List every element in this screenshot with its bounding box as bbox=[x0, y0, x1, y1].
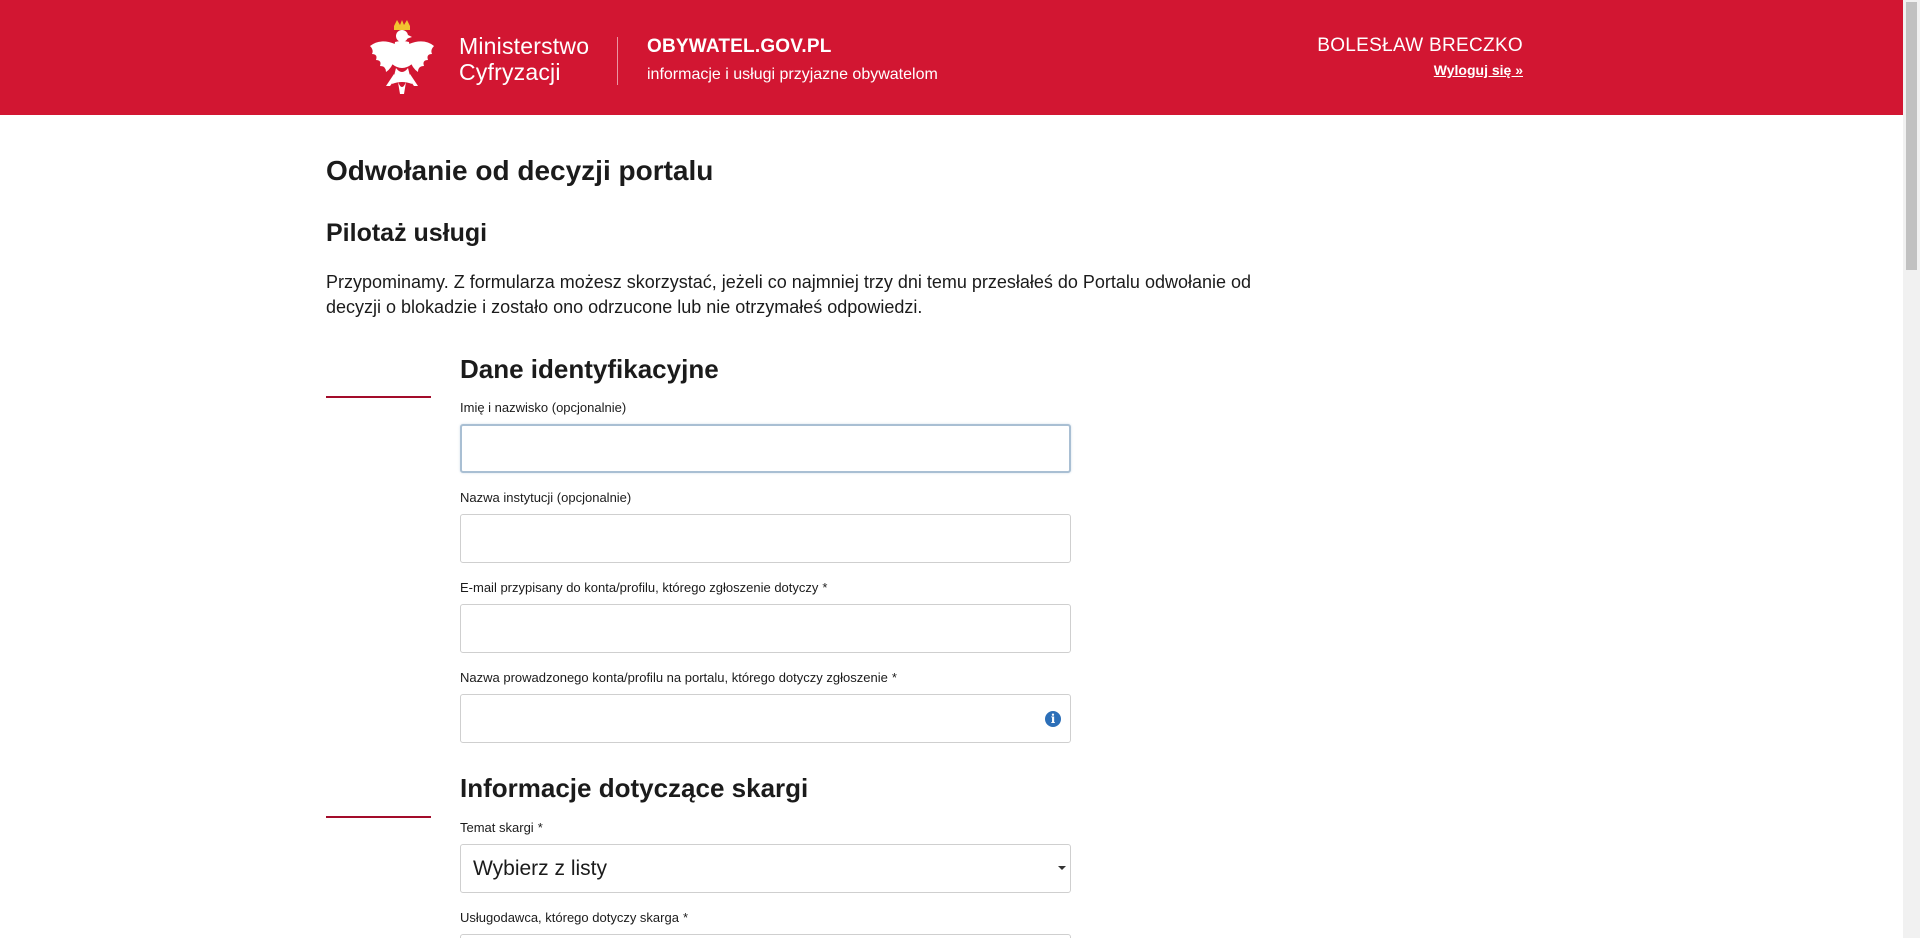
section-accent-line bbox=[326, 396, 431, 398]
provider-label-text: Usługodawca, którego dotyczy skarga bbox=[460, 910, 679, 925]
section-title-identification: Dane identyfikacyjne bbox=[460, 354, 719, 384]
account-name-label-text: Nazwa prowadzonego konta/profilu na port… bbox=[460, 670, 888, 685]
portal-tagline: informacje i usługi przyjazne obywatelom bbox=[647, 66, 938, 83]
page-title: Odwołanie od decyzji portalu bbox=[326, 155, 714, 186]
email-input[interactable] bbox=[460, 604, 1071, 653]
section-title-complaint: Informacje dotyczące skargi bbox=[460, 773, 809, 803]
full-name-label: Imię i nazwisko (opcjonalnie) bbox=[460, 400, 626, 415]
portal-name[interactable]: OBYWATEL.GOV.PL bbox=[647, 36, 832, 58]
required-marker: * bbox=[822, 580, 828, 595]
provider-label: Usługodawca, którego dotyczy skarga * bbox=[460, 910, 688, 925]
account-name-input[interactable] bbox=[460, 694, 1071, 743]
required-marker: * bbox=[537, 820, 543, 835]
scrollbar-thumb[interactable] bbox=[1906, 2, 1917, 270]
header-divider bbox=[617, 37, 618, 85]
complaint-topic-selected: Wybierz z listy bbox=[473, 857, 607, 880]
required-marker: * bbox=[682, 910, 689, 925]
site-header: Ministerstwo Cyfryzacji OBYWATEL.GOV.PL … bbox=[0, 0, 1903, 115]
info-icon[interactable]: i bbox=[1045, 711, 1061, 727]
intro-text: Przypominamy. Z formularza możesz skorzy… bbox=[326, 270, 1276, 320]
user-name: BOLESŁAW BRECZKO bbox=[1317, 35, 1523, 56]
intro-line-1: Przypominamy. Z formularza możesz skorzy… bbox=[326, 272, 1252, 292]
full-name-label-text: Imię i nazwisko (opcjonalnie) bbox=[460, 400, 627, 415]
full-name-input[interactable] bbox=[460, 424, 1071, 473]
account-name-label: Nazwa prowadzonego konta/profilu na port… bbox=[460, 670, 897, 685]
logout-link[interactable]: Wyloguj się » bbox=[1434, 62, 1523, 78]
page-scrollbar[interactable] bbox=[1903, 0, 1920, 938]
email-label-text: E-mail przypisany do konta/profilu, któr… bbox=[460, 580, 819, 595]
ministry-line-2: Cyfryzacji bbox=[459, 59, 561, 85]
ministry-line-1: Ministerstwo bbox=[459, 33, 590, 59]
institution-input[interactable] bbox=[460, 514, 1071, 563]
institution-label-text: Nazwa instytucji (opcjonalnie) bbox=[460, 490, 632, 505]
ministry-name: Ministerstwo Cyfryzacji bbox=[459, 33, 589, 85]
section-accent-line bbox=[326, 816, 431, 818]
complaint-topic-select[interactable]: Wybierz z listy bbox=[460, 844, 1071, 893]
complaint-topic-label: Temat skargi * bbox=[460, 820, 543, 835]
required-marker: * bbox=[891, 670, 897, 685]
page-subtitle: Pilotaż usługi bbox=[326, 219, 488, 247]
polish-eagle-icon bbox=[370, 20, 434, 94]
complaint-topic-label-text: Temat skargi bbox=[460, 820, 534, 835]
institution-label: Nazwa instytucji (opcjonalnie) bbox=[460, 490, 631, 505]
email-label: E-mail przypisany do konta/profilu, któr… bbox=[460, 580, 827, 595]
intro-line-2: decyzji o blokadzie i zostało ono odrzuc… bbox=[326, 297, 923, 317]
caret-down-icon bbox=[1058, 866, 1066, 870]
provider-input[interactable] bbox=[460, 934, 1071, 938]
